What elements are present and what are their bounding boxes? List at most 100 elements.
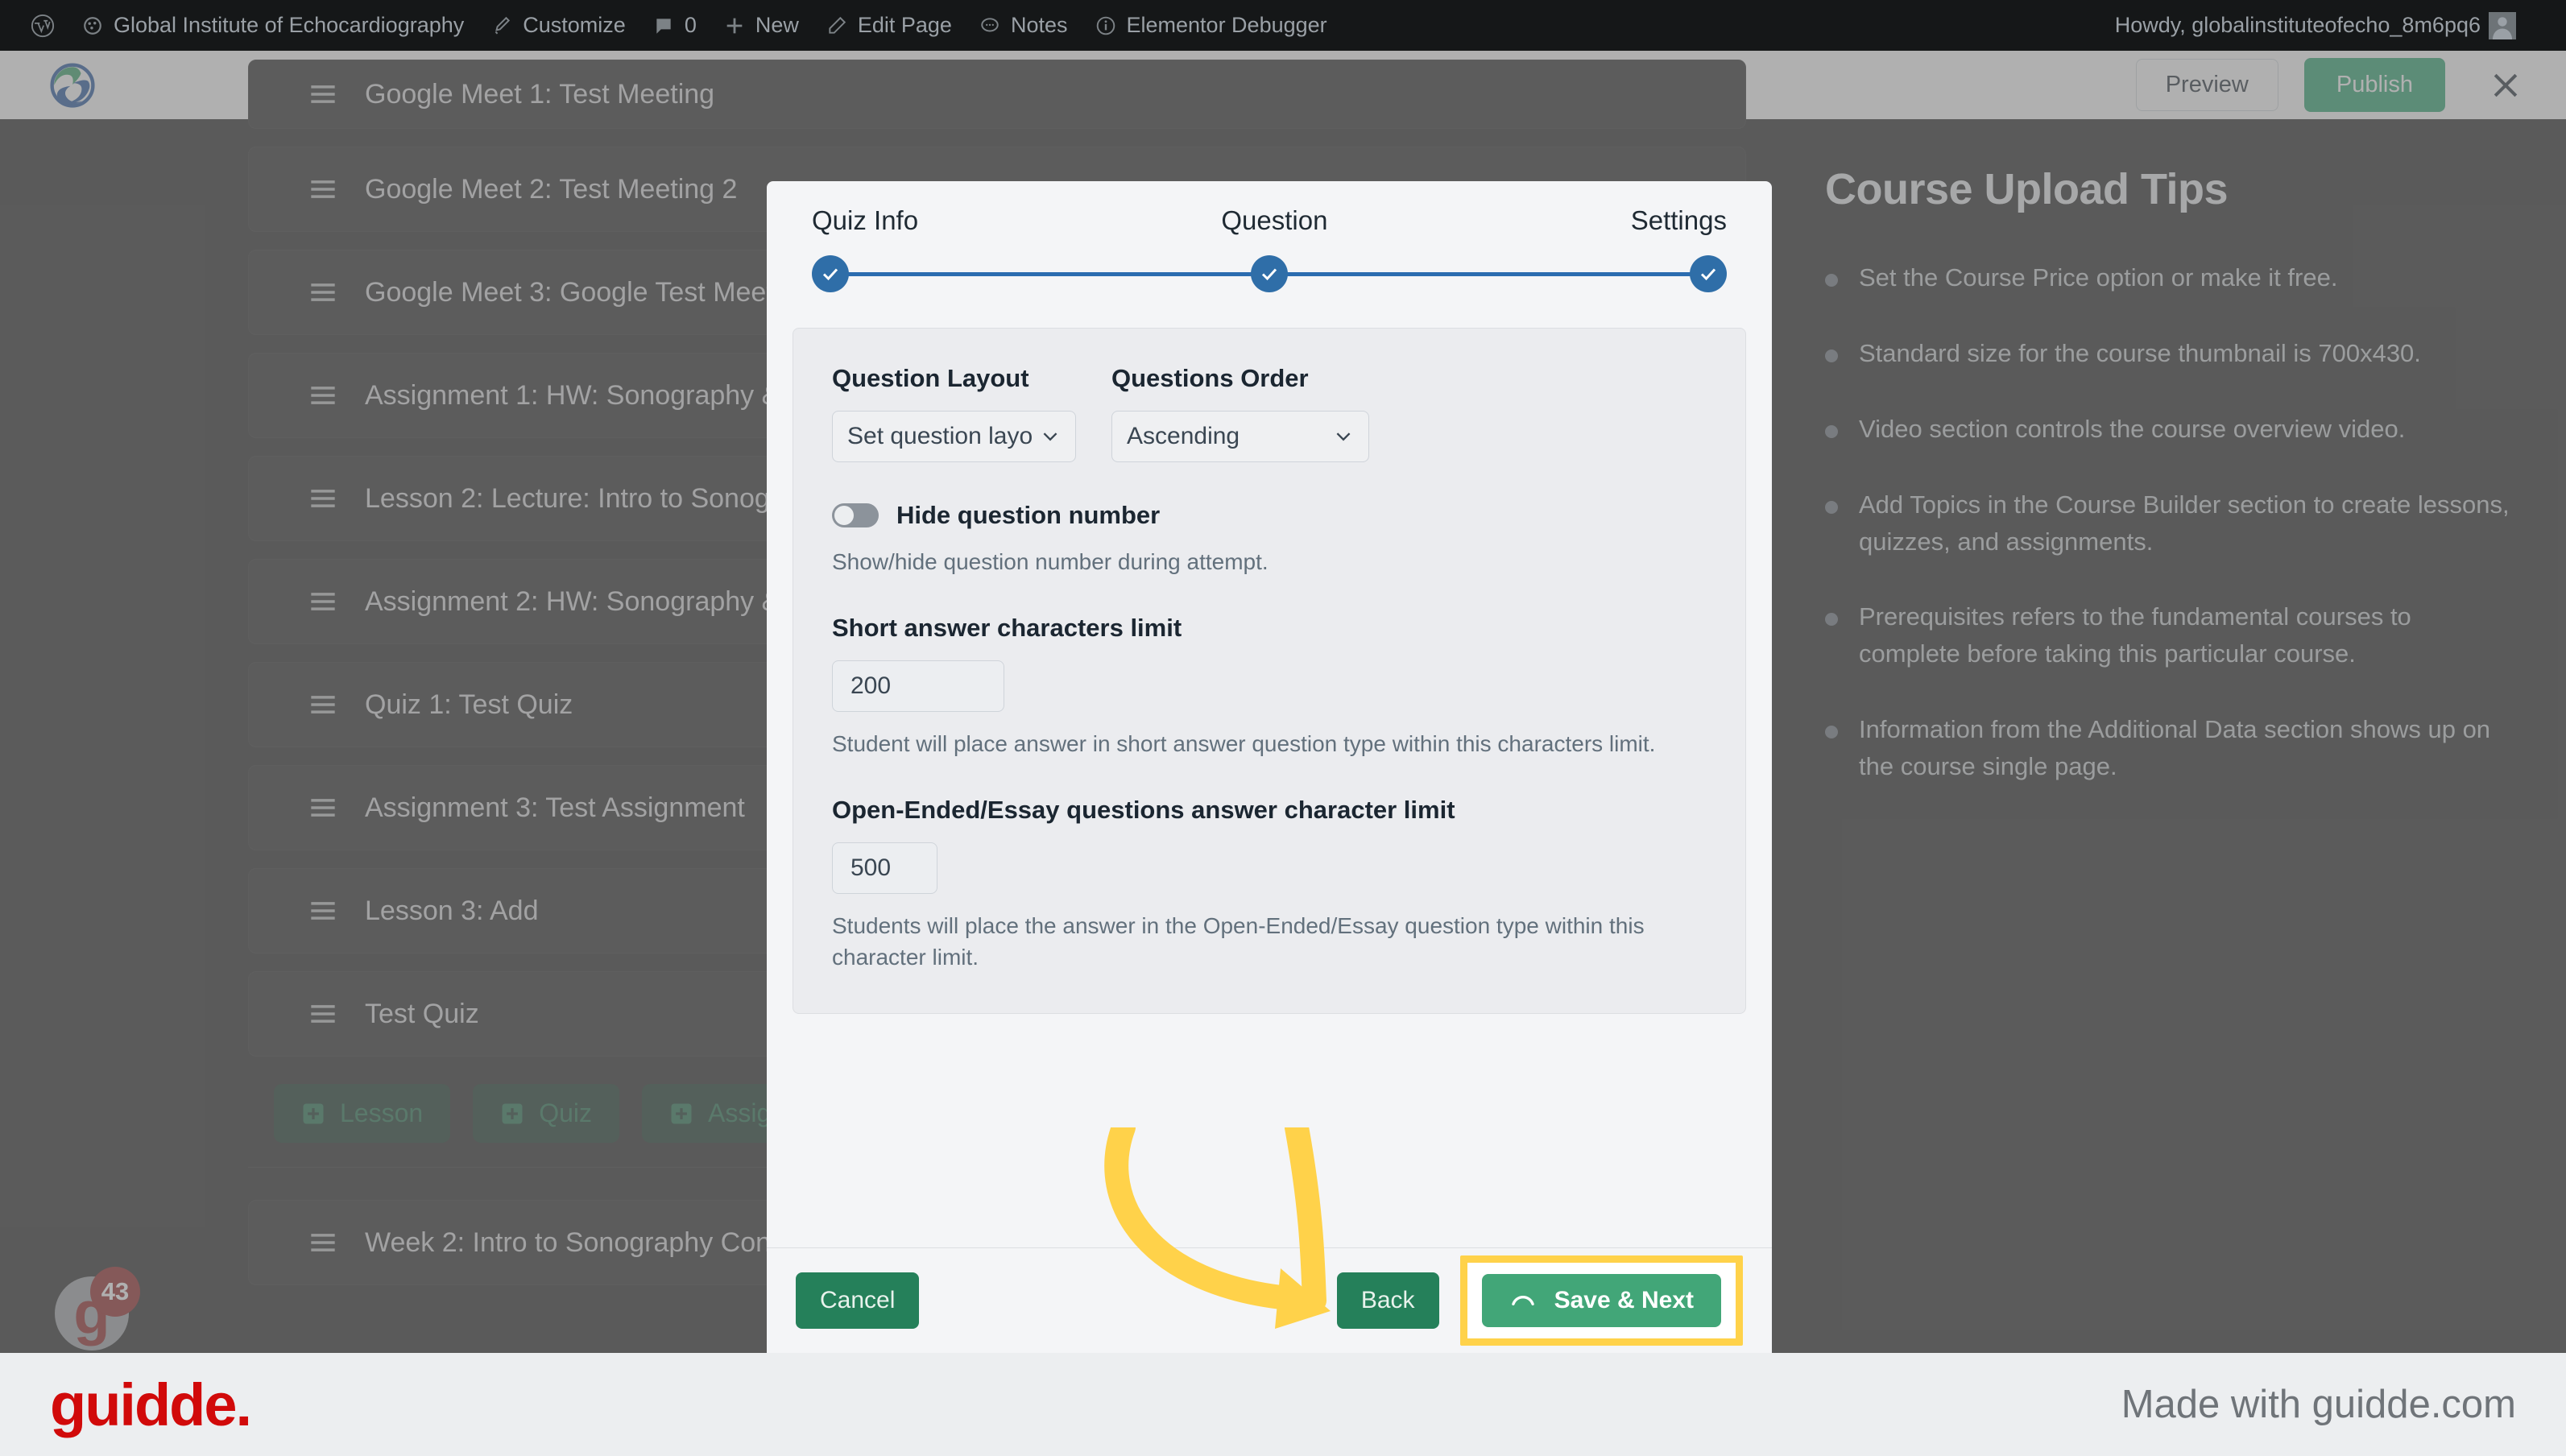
topic-label: Lesson 3: Add [365,895,539,926]
questions-order-group: Questions Order Ascending [1111,364,1369,462]
bullet-dot-icon [1825,613,1838,627]
drag-handle-bars-icon[interactable] [305,77,341,112]
close-icon[interactable] [2477,57,2534,114]
wp-admin-bar: Global Institute of Echocardiography Cus… [0,0,2566,51]
admin-bar-notes-label: Notes [1010,13,1068,37]
quiz-settings-modal: Quiz Info Question Settings Question Lay… [767,181,1772,1353]
admin-bar-new-label: New [755,13,799,37]
admin-bar-customize-label: Customize [523,13,626,37]
back-button[interactable]: Back [1336,1272,1439,1329]
plus-square-icon [500,1102,524,1126]
bullet-dot-icon [1825,726,1838,739]
drag-handle-bars-icon[interactable] [305,687,341,722]
settings-form: Question Layout Set question layout view… [793,328,1746,1014]
bullet-dot-icon [1825,349,1838,362]
drag-handle-bars-icon[interactable] [305,584,341,619]
question-layout-select[interactable]: Set question layout view [832,411,1076,462]
add-quiz-button[interactable]: Quiz [473,1084,619,1143]
topic-label: Google Meet 2: Test Meeting 2 [365,173,738,205]
wizard-dot-quiz-info[interactable] [812,255,849,292]
bullet-dot-icon [1825,274,1838,287]
course-upload-tips-panel: Course Upload Tips Set the Course Price … [1773,119,2566,1353]
admin-bar-comments[interactable]: 0 [639,0,710,51]
admin-bar-elementor-debugger[interactable]: Elementor Debugger [1081,0,1340,51]
notes-bubble-icon [978,14,1002,38]
hide-question-number-toggle[interactable] [832,503,879,527]
tip-text: Information from the Additional Data sec… [1859,715,2491,780]
short-answer-limit-label: Short answer characters limit [832,613,1182,642]
dashboard-site-icon [81,14,105,38]
admin-bar-new[interactable]: New [710,0,812,51]
plus-square-icon [301,1102,325,1126]
wordpress-logo-icon [31,14,55,38]
add-lesson-button[interactable]: Lesson [274,1084,451,1143]
plus-icon [722,14,747,38]
bullet-dot-icon [1825,424,1838,438]
drag-handle-bars-icon[interactable] [305,275,341,310]
tutor-brand-logo-icon [50,62,95,108]
add-lesson-label: Lesson [340,1098,424,1127]
wizard-dot-settings[interactable] [1690,255,1727,292]
tab-settings[interactable]: Settings [1631,205,1727,236]
admin-bar-edit-page[interactable]: Edit Page [812,0,965,51]
topic-label: Assignment 1: HW: Sonography & Ph [365,379,822,411]
topic-label: Test Quiz [365,998,479,1029]
list-item: Set the Course Price option or make it f… [1825,259,2514,296]
admin-bar-howdy[interactable]: Howdy, globalinstituteofecho_8m6pq6 [2115,13,2489,38]
short-answer-limit-input[interactable]: 200 [832,660,1004,712]
add-quiz-label: Quiz [539,1098,592,1127]
info-circle-icon [1094,14,1118,38]
tip-text: Prerequisites refers to the fundamental … [1859,602,2411,668]
list-item: Information from the Additional Data sec… [1825,711,2514,785]
tip-text: Video section controls the course overvi… [1859,414,2406,443]
essay-limit-input[interactable]: 500 [832,842,937,894]
plus-square-icon [669,1102,693,1126]
chevron-down-icon [1040,426,1061,447]
essay-limit-group: Open-Ended/Essay questions answer charac… [832,796,1707,974]
topic-label: Assignment 3: Test Assignment [365,792,745,823]
tab-quiz-info[interactable]: Quiz Info [812,205,918,236]
admin-bar-site-name[interactable]: Global Institute of Echocardiography [68,0,477,51]
publish-button[interactable]: Publish [2303,58,2445,112]
hide-question-number-hint: Show/hide question number during attempt… [832,549,1269,574]
short-answer-limit-group: Short answer characters limit 200 Studen… [832,614,1707,760]
tab-question[interactable]: Question [1221,205,1327,236]
screenshot-root: Global Institute of Echocardiography Cus… [0,0,2566,1456]
drag-handle-bars-icon[interactable] [305,1225,341,1260]
drag-handle-bars-icon[interactable] [305,172,341,207]
hide-question-number-label: Hide question number [896,501,1161,529]
tip-text: Standard size for the course thumbnail i… [1859,338,2421,367]
topic-label: Google Meet 1: Test Meeting [365,78,715,110]
questions-order-select[interactable]: Ascending [1111,411,1369,462]
guidde-footer: guidde. Made with guidde.com [0,1353,2566,1456]
search-icon[interactable] [2516,14,2548,38]
save-and-next-label: Save & Next [1554,1287,1694,1313]
drag-handle-bars-icon[interactable] [305,790,341,825]
layout-order-row: Question Layout Set question layout view… [832,364,1707,462]
drag-handle-bars-icon[interactable] [305,481,341,516]
guidde-logo: guidde. [50,1371,252,1438]
cancel-button[interactable]: Cancel [796,1272,920,1329]
list-item: Standard size for the course thumbnail i… [1825,335,2514,372]
wizard-dot-question[interactable] [1251,255,1288,292]
admin-bar-customize[interactable]: Customize [477,0,639,51]
admin-bar-wordpress-logo[interactable] [18,0,68,51]
drag-handle-bars-icon[interactable] [305,378,341,413]
drag-handle-bars-icon[interactable] [305,893,341,929]
essay-limit-label: Open-Ended/Essay questions answer charac… [832,795,1455,824]
question-layout-group: Question Layout Set question layout view [832,364,1076,462]
chat-widget-launcher[interactable]: g 43 [55,1267,140,1351]
wizard-steps: Quiz Info Question Settings [767,181,1772,292]
user-avatar-icon[interactable] [2489,11,2516,39]
comment-bubble-icon [652,14,676,38]
short-answer-limit-hint: Student will place answer in short answe… [832,730,1656,756]
save-button-highlight: Save & Next [1459,1255,1743,1346]
drag-handle-bars-icon[interactable] [305,996,341,1032]
preview-button[interactable]: Preview [2135,59,2278,111]
loading-spinner-icon [1509,1287,1537,1314]
save-and-next-button[interactable]: Save & Next [1481,1274,1721,1327]
admin-bar-notes[interactable]: Notes [965,0,1081,51]
essay-limit-value: 500 [851,854,892,881]
table-row[interactable]: Google Meet 1: Test Meeting [248,60,1746,129]
check-icon [1700,268,1716,281]
